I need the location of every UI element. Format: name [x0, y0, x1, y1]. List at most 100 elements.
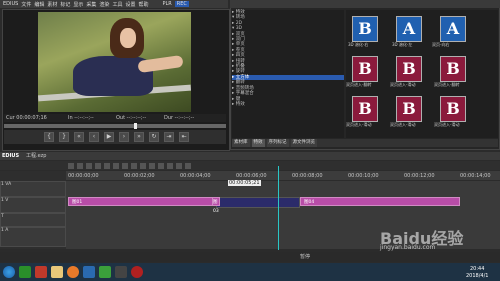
tree-item[interactable]: ▸ 特效	[232, 102, 344, 107]
set-in-button[interactable]: {	[44, 132, 54, 142]
menu-view[interactable]: 显示	[73, 1, 83, 8]
player-menu-bar: EDIUS 文件 编辑 素材 标记 显示 采集 渲染 工具 设置 帮助 PLR …	[0, 0, 228, 8]
undo-icon[interactable]	[95, 162, 101, 169]
ruler-tick: 00:00:06;00	[236, 173, 267, 179]
effect-thumb[interactable]: A	[440, 16, 466, 42]
effect-thumb[interactable]: B	[352, 96, 378, 122]
app-icon[interactable]	[19, 266, 31, 278]
menu-help[interactable]: 帮助	[138, 1, 148, 8]
track-label: 1 VA	[1, 182, 12, 187]
save-icon[interactable]	[86, 162, 92, 169]
video-subject-arm	[137, 54, 184, 74]
effect-thumb[interactable]: B	[396, 56, 422, 82]
fast-forward-icon[interactable]: »	[134, 132, 144, 142]
watermark-sub: jingyan.baidu.com	[380, 244, 436, 251]
app-icon[interactable]	[131, 266, 143, 278]
timeline-clip[interactable]: 图03	[212, 197, 220, 214]
track-label: 1 A	[1, 228, 9, 233]
timecode-bar: Cur 00:00:07;16 In --:--:--;-- Out --:--…	[4, 114, 226, 122]
effect-thumb[interactable]: B	[352, 16, 378, 42]
menu-file[interactable]: 文件	[21, 1, 31, 8]
effect-thumb[interactable]: B	[352, 56, 378, 82]
ruler-tick: 00:00:10;00	[348, 173, 379, 179]
zoom-icon[interactable]	[185, 162, 191, 169]
folder-icon[interactable]	[51, 266, 63, 278]
menu-edius[interactable]: EDIUS	[3, 1, 18, 7]
copy-icon[interactable]	[122, 162, 128, 169]
ruler-tick: 00:00:12;00	[404, 173, 435, 179]
scrub-handle[interactable]	[134, 123, 137, 129]
track-header-a1[interactable]: 1 A	[0, 227, 66, 247]
browser-icon[interactable]	[67, 266, 79, 278]
effects-tree: ▸ 特效 ▾ 转场 ▸ 2D ▾ 3D ▸ 双页 ▸ 双门 ▸ 单页 ▸ 卷页 …	[232, 10, 344, 138]
razor-icon[interactable]	[176, 162, 182, 169]
clock-time: 20:44	[470, 266, 485, 272]
start-icon[interactable]	[3, 266, 15, 278]
app-icon[interactable]	[83, 266, 95, 278]
effect-thumb[interactable]: B	[440, 96, 466, 122]
track-header-va1[interactable]: 1 VA	[0, 181, 66, 197]
timeline-ruler[interactable]: 00:00:00;00 00:00:02;00 00:00:04;00 00:0…	[66, 171, 500, 180]
effects-tabs: 素材库 特效 序列标记 源文件浏览	[232, 139, 498, 147]
marker-icon[interactable]	[167, 162, 173, 169]
menu-tools[interactable]: 工具	[112, 1, 122, 8]
transition-clip[interactable]	[216, 197, 300, 208]
menu-settings[interactable]: 设置	[125, 1, 135, 8]
out-timecode: Out --:--:--;--	[116, 115, 147, 121]
dur-timecode: Dur --:--:--;--	[164, 115, 195, 121]
step-back-icon[interactable]: ‹	[89, 132, 99, 142]
tab-source-browser[interactable]: 源文件浏览	[290, 139, 317, 147]
effects-thumbnails: B 3D 溶化-右 A 3D 溶化-左 A 双页-向右 B 双页进入-翻转 B …	[346, 10, 498, 138]
redo-icon[interactable]	[104, 162, 110, 169]
snap-icon[interactable]	[158, 162, 164, 169]
set-out-button[interactable]: }	[59, 132, 69, 142]
effect-thumb[interactable]: B	[440, 56, 466, 82]
loop-icon[interactable]: ↻	[149, 132, 159, 142]
app-icon[interactable]	[99, 266, 111, 278]
track-header-v1[interactable]: 1 V	[0, 197, 66, 213]
timeline-clip[interactable]: 图04	[300, 197, 460, 206]
rewind-icon[interactable]: «	[74, 132, 84, 142]
plr-label[interactable]: PLR	[162, 1, 171, 7]
delete-icon[interactable]	[140, 162, 146, 169]
menu-edit[interactable]: 编辑	[34, 1, 44, 8]
scrub-bar[interactable]	[4, 123, 226, 129]
effect-thumb-label: 双页进入-滑动	[434, 122, 460, 127]
timeline-header: EDIUS 工程.ezp	[0, 152, 500, 160]
cut-icon[interactable]	[113, 162, 119, 169]
timeline-clip[interactable]: 图01	[68, 197, 214, 206]
effect-thumb-label: 双页进入-滑动	[346, 122, 372, 127]
menu-clip[interactable]: 素材	[47, 1, 57, 8]
new-sequence-icon[interactable]	[68, 162, 74, 169]
app-icon[interactable]	[35, 266, 47, 278]
edius-taskbar-icon[interactable]	[115, 266, 127, 278]
effect-thumb-label: 3D 溶化-左	[392, 42, 413, 47]
ripple-icon[interactable]	[149, 162, 155, 169]
insert-icon[interactable]: ⇥	[164, 132, 174, 142]
ruler-tick: 00:00:00;00	[68, 173, 99, 179]
ruler-tick: 00:00:14;00	[460, 173, 491, 179]
tab-sequence-marker[interactable]: 序列标记	[266, 139, 289, 147]
overwrite-icon[interactable]: ⇤	[179, 132, 189, 142]
timeline-app-title: EDIUS	[2, 153, 20, 159]
menu-capture[interactable]: 采集	[86, 1, 96, 8]
effect-thumb-label: 双页进入-滑动	[390, 82, 416, 87]
menu-marker[interactable]: 标记	[60, 1, 70, 8]
timeline-toolbar	[0, 161, 500, 170]
track-header-t[interactable]: T	[0, 213, 66, 227]
effect-thumb[interactable]: B	[396, 96, 422, 122]
menu-render[interactable]: 渲染	[99, 1, 109, 8]
tab-bin[interactable]: 素材库	[232, 139, 250, 147]
step-forward-icon[interactable]: ›	[119, 132, 129, 142]
playhead[interactable]	[278, 166, 279, 250]
playhead-timecode: 00:00:05;21	[228, 180, 261, 186]
effect-thumb-label: 双页进入-翻转	[346, 82, 372, 87]
open-icon[interactable]	[77, 162, 83, 169]
play-icon[interactable]: ▶	[104, 132, 114, 142]
tab-effects[interactable]: 特效	[251, 139, 265, 147]
effect-thumb-label: 双页进入-翻转	[434, 82, 460, 87]
track-headers: 1 VA 1 V T 1 A	[0, 171, 66, 249]
paste-icon[interactable]	[131, 162, 137, 169]
effect-thumb[interactable]: A	[396, 16, 422, 42]
rec-label[interactable]: REC	[174, 1, 189, 7]
